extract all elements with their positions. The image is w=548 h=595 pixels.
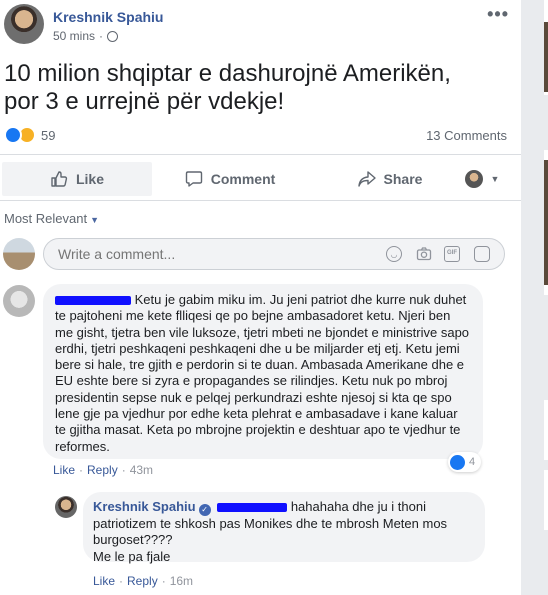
post-text: 10 milion shqiptar e dashurojnë Amerikën… [4,60,514,116]
reply-bubble: Kreshnik Spahiu ✓ hahahaha dhe ju i thoni… [83,492,485,564]
comment-actions: Like · Reply · 43m [53,463,154,477]
like-reaction-icon [4,126,22,144]
reply-reply-link[interactable]: Reply [127,574,158,588]
comments-count-link[interactable]: 13 Comments [426,128,507,143]
comment-icon [185,171,202,187]
reactions-summary[interactable]: 59 [4,126,55,144]
right-column-card [544,470,548,530]
post-meta: 50 mins · [53,29,119,43]
comment-reaction-count: 4 [469,456,476,468]
post-as-avatar [464,170,483,188]
like-label: Like [75,171,104,187]
commenter-avatar[interactable] [3,285,35,317]
post-text-line-2: por 3 e urrejnë për vdekje! [4,88,285,115]
comment-sort-dropdown[interactable]: Most Relevant ▼ [4,211,99,226]
comment-time[interactable]: 43m [130,463,153,477]
right-column-image [544,22,548,92]
post-text-line-1: 10 milion shqiptar e dashurojnë Amerikën… [4,60,451,87]
post-as-picker[interactable]: ▼ [462,162,502,196]
comment-text: Ketu je gabim miku im. Ju jeni patriot d… [55,292,470,454]
current-user-avatar [3,238,35,270]
author-avatar[interactable] [4,4,44,44]
more-options-icon[interactable]: ••• [487,4,509,25]
comment-input[interactable] [56,245,360,263]
reply-author-avatar[interactable] [55,496,77,518]
reply-like-link[interactable]: Like [93,574,115,588]
like-button[interactable]: Like [2,162,152,196]
reply-text-line-2: Me le pa fjale [93,548,171,564]
redacted-mention [217,503,288,513]
right-column-image [544,160,548,285]
post-time[interactable]: 50 mins [53,29,95,43]
emoji-icon[interactable]: ◡ [386,246,402,262]
thumbs-up-icon [51,171,68,187]
comment-button[interactable]: Comment [170,162,290,196]
post-card: Kreshnik Spahiu 50 mins · ••• 10 milion … [0,0,521,595]
sort-label: Most Relevant [4,211,88,226]
reply-time[interactable]: 16m [170,574,193,588]
comment-composer[interactable]: ◡ GIF [43,238,505,270]
comment-label: Comment [210,171,276,187]
comment-reactions-badge[interactable]: 4 [448,452,482,472]
caret-down-icon: ▼ [90,215,100,225]
caret-down-icon: ▼ [490,174,500,184]
verified-badge-icon: ✓ [198,504,211,516]
globe-icon [107,30,119,42]
comment-bubble: Ketu je gabim miku im. Ju jeni patriot d… [43,284,483,459]
share-arrow-icon [357,171,376,187]
camera-icon[interactable] [416,246,432,262]
share-button[interactable]: Share [330,162,450,196]
divider [0,154,521,155]
share-label: Share [383,171,423,187]
like-reaction-icon [450,454,465,470]
comment-reply-link[interactable]: Reply [87,463,118,477]
divider [0,200,521,201]
reaction-count: 59 [41,127,56,143]
redacted-commenter-name [55,296,131,306]
author-name[interactable]: Kreshnik Spahiu [53,9,163,25]
right-column-card [544,400,548,460]
reply-actions: Like · Reply · 16m [93,574,194,588]
gif-icon[interactable]: GIF [444,246,460,262]
reply-author-name[interactable]: Kreshnik Spahiu [93,499,196,514]
sticker-icon[interactable] [474,246,490,262]
comment-like-link[interactable]: Like [53,463,75,477]
